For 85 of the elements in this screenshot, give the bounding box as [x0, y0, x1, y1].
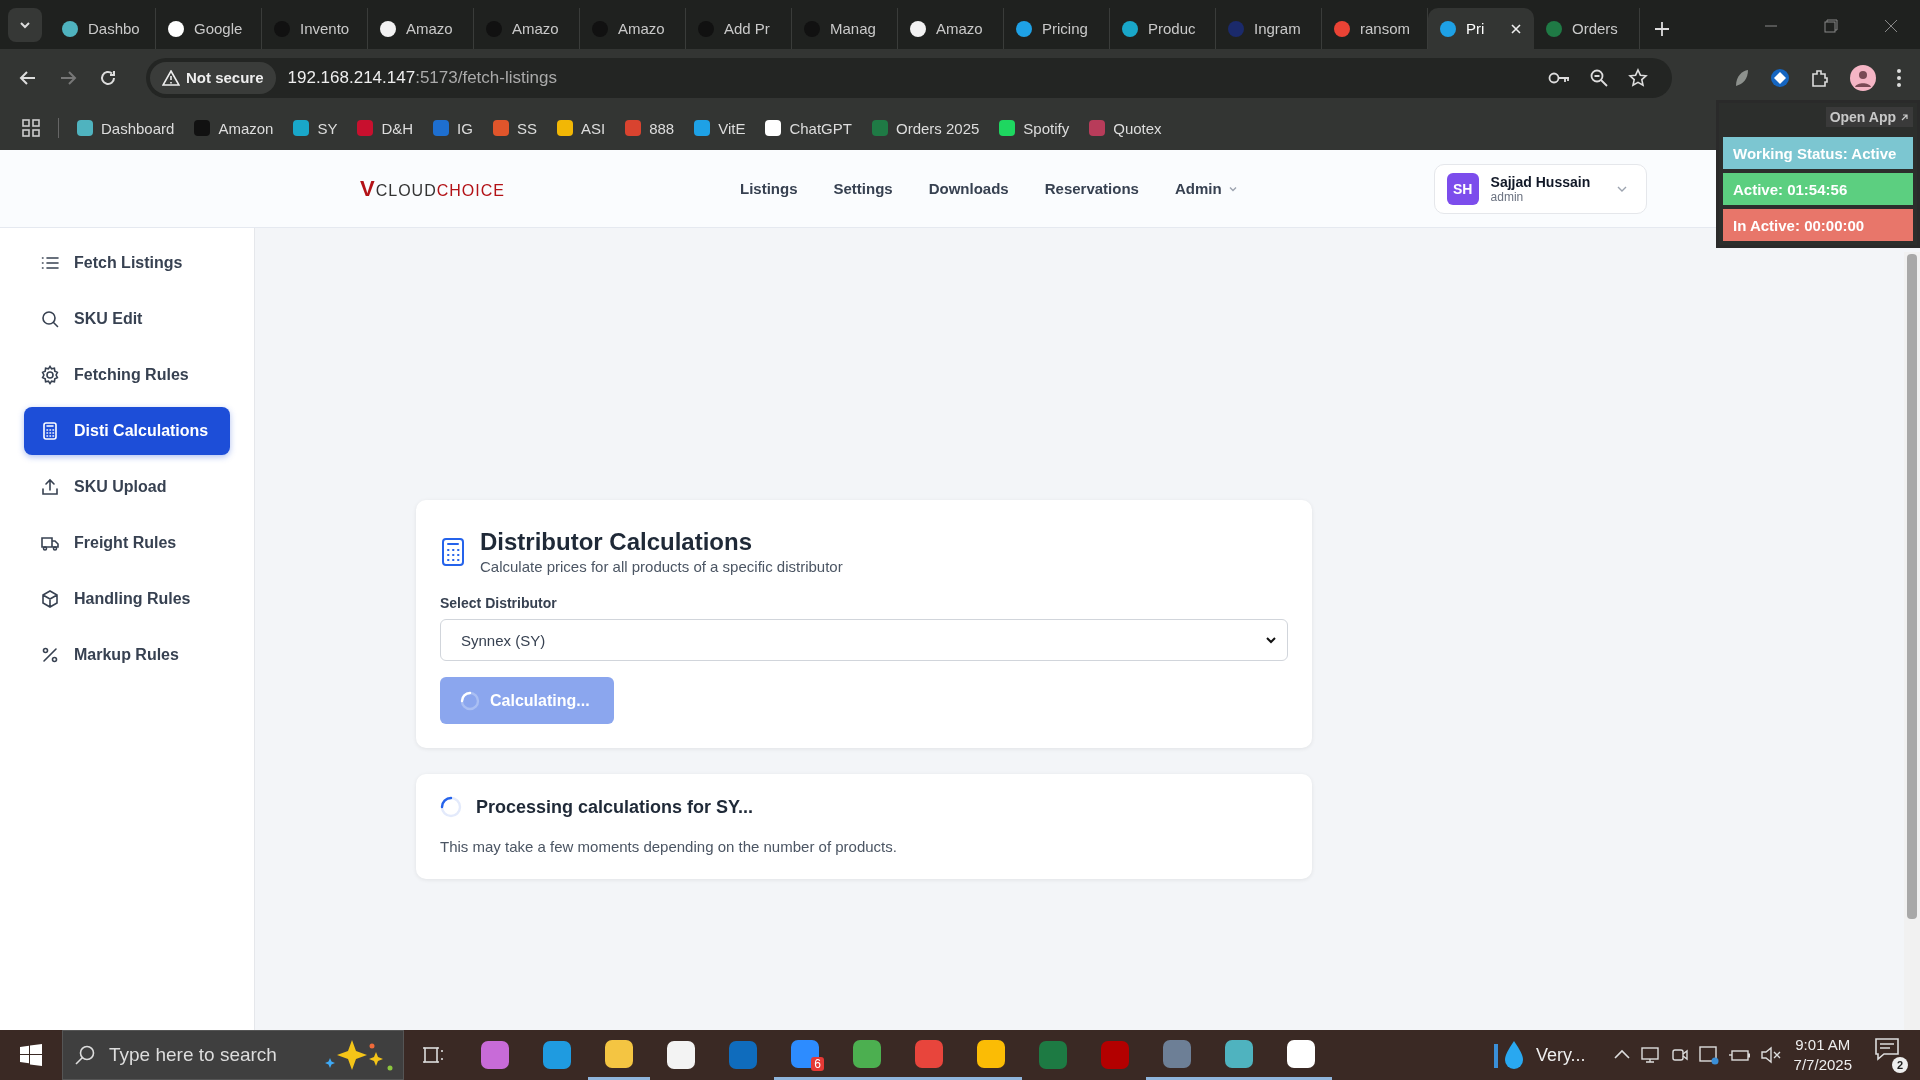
bookmark[interactable]: ChatGPT [765, 119, 852, 137]
bookmark[interactable]: Dashboard [77, 119, 175, 137]
address-bar[interactable]: Not secure 192.168.214.147:5173/fetch-listings [146, 57, 1672, 98]
card-subtitle: Calculate prices for all products of a specific distributor [480, 558, 843, 575]
sidebar-item[interactable]: SKU Upload [24, 463, 230, 511]
nav-link[interactable]: Listings [740, 180, 798, 197]
url-text: 192.168.214.147:5173/fetch-listings [287, 67, 557, 88]
network-icon[interactable] [1639, 1045, 1662, 1065]
nav-link[interactable]: Reservations [1044, 180, 1139, 197]
bookmark[interactable]: SY [293, 119, 338, 137]
open-app-button[interactable]: Open App [1825, 107, 1913, 127]
chevron-down-icon [1265, 634, 1277, 646]
sidebar-item[interactable]: Freight Rules [24, 519, 230, 567]
user-avatar: SH [1446, 172, 1479, 205]
close-icon[interactable] [1884, 19, 1898, 33]
clock[interactable]: 9:01 AM 7/7/2025 [1793, 1034, 1852, 1076]
sidebar-item[interactable]: Fetch Listings [24, 239, 230, 287]
sidebar-item[interactable]: Disti Calculations [24, 407, 230, 455]
new-tab-icon[interactable] [1654, 21, 1670, 37]
distributor-select[interactable]: Synnex (SY) [440, 619, 1288, 661]
nav-link[interactable]: Admin [1174, 180, 1238, 197]
bookmark[interactable]: VitE [694, 119, 746, 137]
spinner-icon [460, 690, 480, 711]
bookmark[interactable]: ASI [556, 119, 606, 137]
sparkles-icon [324, 1038, 394, 1072]
taskbar-app[interactable]: 6 [774, 1030, 836, 1080]
user-role: admin [1490, 189, 1524, 204]
status-row: Working Status: Active [1723, 137, 1913, 169]
message-icon [1874, 1037, 1900, 1061]
tab-search-button[interactable] [8, 8, 42, 42]
weather-text[interactable]: Very... [1535, 1044, 1586, 1066]
nav-link[interactable]: Downloads [928, 180, 1009, 197]
taskbar-search-field[interactable]: Type here to search [62, 1030, 404, 1080]
calculator-icon [440, 536, 466, 567]
progress-message: Processing calculations for SY... [476, 796, 754, 818]
extension-app-icon[interactable] [1770, 67, 1790, 88]
sidebar-item[interactable]: Handling Rules [24, 575, 230, 623]
bookmark[interactable]: SS [492, 119, 537, 137]
bookmark[interactable]: Orders 2025 [871, 119, 980, 137]
menu-icon[interactable] [1896, 67, 1902, 88]
progress-note: This may take a few moments depending on the number of products. [440, 838, 898, 855]
spinner-icon [440, 796, 462, 818]
sidebar-item[interactable]: Markup Rules [24, 631, 230, 679]
bookmark[interactable]: Spotify [999, 119, 1070, 137]
upload-icon [40, 477, 60, 497]
scrollbar-thumb[interactable] [1907, 254, 1917, 919]
bookmark[interactable]: IG [433, 119, 473, 137]
bookmark[interactable]: Amazon [194, 119, 274, 137]
status-row: In Active: 00:00:00 [1723, 209, 1913, 241]
nav-link[interactable]: Settings [833, 180, 893, 197]
windows-start-icon[interactable] [20, 1044, 42, 1066]
calculator-icon [40, 421, 60, 441]
scrollbar[interactable] [1904, 252, 1920, 1030]
field-label: Select Distributor [440, 595, 558, 611]
zoom-out-icon[interactable] [1590, 68, 1608, 87]
task-view-icon[interactable] [422, 1044, 444, 1066]
star-icon[interactable] [1628, 67, 1648, 88]
restore-icon[interactable] [1824, 19, 1838, 33]
bookmark[interactable]: D&H [357, 119, 414, 137]
profile-avatar-icon[interactable] [1850, 64, 1876, 91]
gear-icon [40, 365, 60, 385]
browser-tab[interactable]: Pri [1428, 8, 1534, 49]
user-menu[interactable]: SH Sajjad Hussain admin [1433, 163, 1648, 214]
external-link-icon [1900, 112, 1909, 122]
notification-center-button[interactable]: 2 [1874, 1037, 1908, 1073]
sidebar-item[interactable]: Fetching Rules [24, 351, 230, 399]
bookmark[interactable]: 888 [625, 119, 675, 137]
user-name: Sajjad Hussain [1490, 173, 1591, 190]
search-icon [74, 1044, 96, 1066]
box-icon [40, 589, 60, 609]
security-chip[interactable]: Not secure [150, 61, 276, 94]
bookmark[interactable]: Quotex [1089, 119, 1162, 137]
status-row: Active: 01:54:56 [1723, 173, 1913, 205]
notification-count: 2 [1892, 1057, 1908, 1073]
card-title: Distributor Calculations [480, 528, 754, 556]
apps-grid-icon[interactable] [22, 119, 40, 137]
muted-speaker-icon[interactable] [1759, 1045, 1782, 1065]
sync-icon[interactable] [1697, 1044, 1720, 1066]
search-icon [40, 309, 60, 329]
percent-icon [40, 645, 60, 665]
puzzle-icon[interactable] [1810, 67, 1830, 88]
sidebar-item[interactable]: SKU Edit [24, 295, 230, 343]
logo[interactable]: VCLOUDCHOICE [360, 175, 740, 202]
notification-badge: 6 [811, 1057, 824, 1071]
warning-icon [162, 69, 180, 86]
